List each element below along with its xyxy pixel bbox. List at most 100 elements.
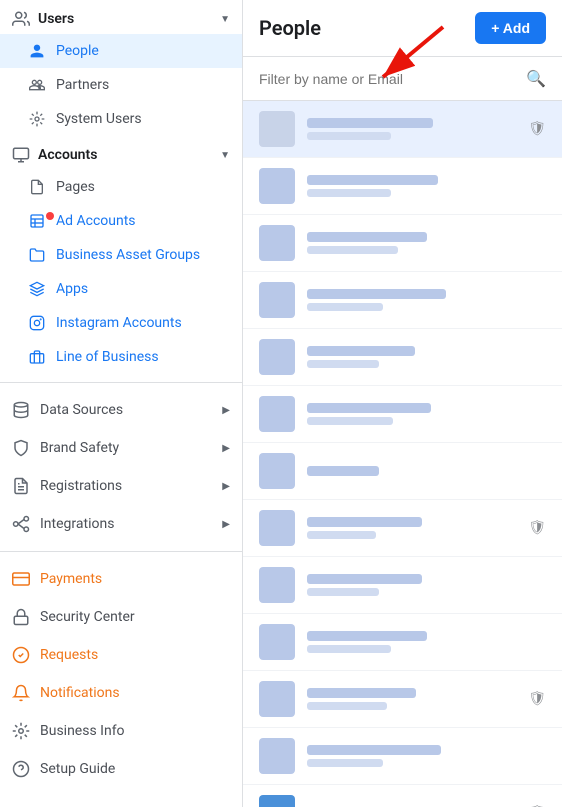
person-detail-bar [307,531,376,539]
sidebar-item-registrations[interactable]: Registrations ▶ [0,467,242,505]
sidebar-item-system-users[interactable]: System Users [0,102,242,136]
table-row[interactable]: 🛡 [243,671,562,728]
sidebar-item-data-sources[interactable]: Data Sources ▶ [0,391,242,429]
sidebar-item-business-asset-groups[interactable]: Business Asset Groups [0,238,242,272]
person-detail-bar [307,132,391,140]
accounts-chevron: ▼ [220,150,230,161]
table-row[interactable] [243,329,562,386]
person-detail-bar [307,303,383,311]
sidebar-divider-2 [0,551,242,552]
avatar [259,396,295,432]
sidebar-item-payments[interactable]: Payments [0,560,242,598]
sidebar-item-line-of-business[interactable]: Line of Business [0,340,242,374]
person-info [307,118,516,140]
search-icon[interactable]: 🔍 [526,69,546,88]
person-name-bar [307,289,446,299]
table-row[interactable] [243,158,562,215]
data-sources-label: Data Sources [40,402,123,418]
sidebar-item-instagram-accounts[interactable]: Instagram Accounts [0,306,242,340]
table-row[interactable]: 🛡 [243,785,562,807]
sidebar-item-business-info[interactable]: Business Info [0,712,242,750]
sidebar-item-partners[interactable]: Partners [0,68,242,102]
main-header: People + Add [243,0,562,57]
integrations-arrow: ▶ [222,519,230,530]
person-detail-bar [307,645,391,653]
ad-accounts-label: Ad Accounts [56,213,136,229]
sidebar-item-security-center[interactable]: Security Center [0,598,242,636]
table-row[interactable]: 🛡 [243,500,562,557]
notifications-label: Notifications [40,685,120,701]
person-name-bar [307,466,379,476]
sidebar-item-integrations[interactable]: Integrations ▶ [0,505,242,543]
table-row[interactable] [243,443,562,500]
data-sources-icon [12,401,30,419]
table-row[interactable] [243,215,562,272]
business-asset-groups-label: Business Asset Groups [56,247,200,263]
filter-bar: 🔍 [243,57,562,101]
sidebar-item-requests[interactable]: Requests [0,636,242,674]
avatar [259,168,295,204]
table-row[interactable] [243,272,562,329]
table-row[interactable] [243,386,562,443]
line-of-business-icon [28,348,46,366]
table-row[interactable] [243,614,562,671]
sidebar-item-ad-accounts[interactable]: Ad Accounts [0,204,242,238]
person-detail-bar [307,588,379,596]
accounts-section-header[interactable]: Accounts ▼ [0,136,242,170]
sidebar: Users ▼ People Partners System Users [0,0,243,807]
person-detail-bar [307,189,391,197]
brand-safety-arrow: ▶ [222,443,230,454]
person-detail-bar [307,360,379,368]
person-detail-bar [307,246,398,254]
main-content: People + Add 🔍 🛡 [243,0,562,807]
pages-icon [28,178,46,196]
person-info [307,466,546,476]
registrations-arrow: ▶ [222,481,230,492]
payments-label: Payments [40,571,102,587]
avatar [259,339,295,375]
registrations-label: Registrations [40,478,122,494]
system-users-label: System Users [56,111,142,127]
table-row[interactable] [243,728,562,785]
add-button[interactable]: + Add [475,12,546,44]
person-info [307,403,546,425]
sidebar-item-brand-safety[interactable]: Brand Safety ▶ [0,429,242,467]
requests-label: Requests [40,647,98,663]
person-detail-bar [307,759,383,767]
shield-icon: 🛡 [528,691,546,707]
person-info [307,688,516,710]
person-info [307,574,546,596]
sidebar-item-people[interactable]: People [0,34,242,68]
person-info [307,232,546,254]
shield-icon: 🛡 [528,520,546,536]
table-row[interactable] [243,557,562,614]
accounts-icon [12,146,30,164]
avatar [259,225,295,261]
integrations-label: Integrations [40,516,114,532]
instagram-icon [28,314,46,332]
person-detail-bar [307,702,387,710]
person-detail-bar [307,417,393,425]
apps-label: Apps [56,281,88,297]
sidebar-item-apps[interactable]: Apps [0,272,242,306]
filter-input[interactable] [259,71,526,87]
person-name-bar [307,346,415,356]
partners-label: Partners [56,77,109,93]
person-name-bar [307,232,427,242]
page-title: People [259,16,321,40]
sidebar-item-setup-guide[interactable]: Setup Guide [0,750,242,788]
line-of-business-label: Line of Business [56,349,159,365]
users-section-header[interactable]: Users ▼ [0,0,242,34]
sidebar-item-notifications[interactable]: Notifications [0,674,242,712]
avatar [259,453,295,489]
users-chevron: ▼ [220,14,230,25]
registrations-icon [12,477,30,495]
setup-guide-icon [12,760,30,778]
person-name-bar [307,517,422,527]
avatar [259,567,295,603]
sidebar-item-pages[interactable]: Pages [0,170,242,204]
business-asset-groups-icon [28,246,46,264]
table-row[interactable]: 🛡 [243,101,562,158]
brand-safety-icon [12,439,30,457]
ad-accounts-notification [46,212,54,220]
